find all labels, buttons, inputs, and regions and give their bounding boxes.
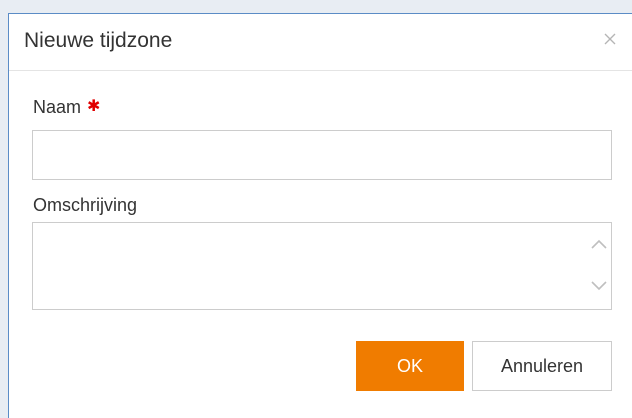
description-field bbox=[32, 222, 612, 310]
description-textarea[interactable] bbox=[33, 223, 585, 309]
ok-button[interactable]: OK bbox=[356, 341, 464, 391]
new-timezone-dialog: Nieuwe tijdzone Naam ✱ Omschrijving OK A… bbox=[8, 13, 632, 418]
name-label-text: Naam bbox=[33, 97, 82, 117]
name-label: Naam ✱ bbox=[33, 97, 100, 118]
close-icon bbox=[604, 33, 616, 45]
close-button[interactable] bbox=[598, 27, 622, 51]
dialog-title: Nieuwe tijdzone bbox=[24, 29, 173, 52]
dialog-header: Nieuwe tijdzone bbox=[9, 14, 632, 71]
required-asterisk-icon: ✱ bbox=[87, 98, 101, 115]
description-scrollbar[interactable] bbox=[587, 223, 611, 309]
scroll-up-arrow-icon[interactable] bbox=[589, 235, 609, 255]
name-input[interactable] bbox=[32, 130, 612, 180]
cancel-button[interactable]: Annuleren bbox=[472, 341, 612, 391]
description-label: Omschrijving bbox=[33, 195, 138, 215]
scroll-down-arrow-icon[interactable] bbox=[589, 275, 609, 295]
